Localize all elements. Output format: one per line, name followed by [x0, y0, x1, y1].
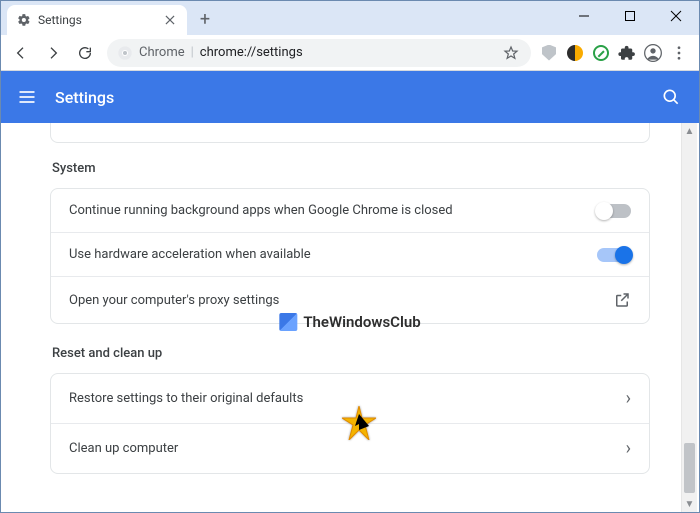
extension-icons [539, 43, 693, 63]
settings-scroll-area[interactable]: System Continue running background apps … [1, 123, 699, 512]
gear-icon [17, 13, 31, 27]
row-background-apps[interactable]: Continue running background apps when Go… [51, 189, 649, 232]
row-label: Use hardware acceleration when available [69, 247, 597, 262]
address-bar[interactable]: Chrome | chrome://settings [107, 39, 531, 67]
extensions-puzzle-icon[interactable] [617, 43, 637, 63]
section-title-reset: Reset and clean up [50, 346, 650, 361]
extension-orange-icon[interactable] [565, 43, 585, 63]
window-controls [561, 1, 699, 31]
toggle-switch[interactable] [597, 248, 631, 262]
scrollbar-thumb[interactable] [684, 443, 695, 493]
maximize-button[interactable] [607, 1, 653, 31]
row-proxy-settings[interactable]: Open your computer's proxy settings [51, 276, 649, 323]
new-tab-button[interactable]: + [191, 5, 219, 33]
chevron-right-icon: › [626, 438, 631, 459]
reset-card: Restore settings to their original defau… [50, 373, 650, 474]
profile-avatar-icon[interactable] [643, 43, 663, 63]
scroll-down-icon[interactable]: ▼ [682, 496, 697, 512]
toggle-switch[interactable] [597, 204, 631, 218]
previous-card-edge [50, 123, 650, 143]
tab-title: Settings [38, 13, 156, 27]
row-clean-up-computer[interactable]: Clean up computer › [51, 423, 649, 473]
settings-header: Settings [1, 71, 699, 123]
window-titlebar: Settings + [1, 1, 699, 35]
omnibox-separator: | [191, 45, 194, 60]
omnibox-scheme: Chrome [139, 45, 185, 60]
back-button[interactable] [7, 39, 35, 67]
shield-icon[interactable] [539, 43, 559, 63]
browser-tab[interactable]: Settings [7, 5, 187, 35]
chrome-page-icon [117, 45, 133, 61]
row-hardware-accel[interactable]: Use hardware acceleration when available [51, 232, 649, 276]
row-label: Restore settings to their original defau… [69, 391, 626, 406]
close-window-button[interactable] [653, 1, 699, 31]
row-label: Continue running background apps when Go… [69, 203, 597, 218]
forward-button[interactable] [39, 39, 67, 67]
vertical-scrollbar[interactable]: ▲ ▼ [681, 123, 697, 512]
omnibox-url: chrome://settings [200, 45, 303, 60]
minimize-button[interactable] [561, 1, 607, 31]
search-icon[interactable] [659, 85, 683, 109]
browser-toolbar: Chrome | chrome://settings [1, 35, 699, 71]
page-title: Settings [55, 88, 641, 107]
row-restore-defaults[interactable]: Restore settings to their original defau… [51, 374, 649, 423]
system-card: Continue running background apps when Go… [50, 188, 650, 324]
bookmark-star-icon[interactable] [501, 43, 521, 63]
section-title-system: System [50, 161, 650, 176]
open-external-icon [613, 291, 631, 309]
scroll-up-icon[interactable]: ▲ [682, 123, 697, 139]
row-label: Open your computer's proxy settings [69, 293, 613, 308]
row-label: Clean up computer [69, 441, 626, 456]
extension-green-icon[interactable] [591, 43, 611, 63]
hamburger-menu-icon[interactable] [17, 87, 37, 107]
chevron-right-icon: › [626, 388, 631, 409]
close-icon[interactable] [163, 13, 177, 27]
reload-button[interactable] [71, 39, 99, 67]
kebab-menu-icon[interactable] [669, 43, 689, 63]
